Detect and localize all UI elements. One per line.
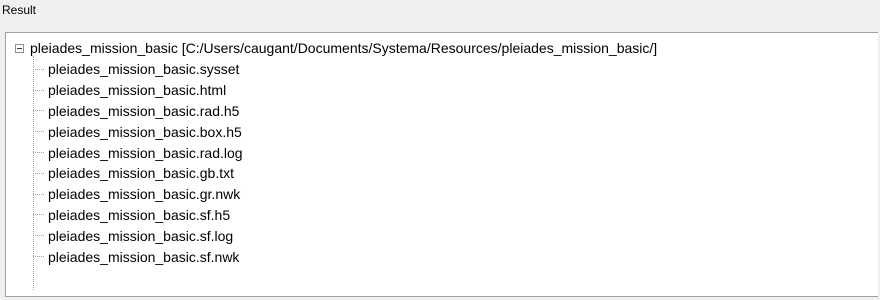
tree-branch-line — [33, 193, 44, 195]
tree-branch-line — [33, 256, 44, 258]
tree-item[interactable]: pleiades_mission_basic.rad.h5 — [33, 101, 243, 122]
tree-item[interactable]: pleiades_mission_basic.box.h5 — [33, 121, 243, 142]
tree-item[interactable]: pleiades_mission_basic.sysset — [33, 59, 243, 80]
tree-item-label[interactable]: pleiades_mission_basic.rad.log — [48, 144, 243, 162]
tree-item-label[interactable]: pleiades_mission_basic.sf.log — [48, 227, 233, 245]
tree-item-label[interactable]: pleiades_mission_basic.html — [48, 81, 226, 99]
tree-item-label[interactable]: pleiades_mission_basic.sf.h5 — [48, 206, 230, 224]
tree-branch-line — [33, 89, 44, 91]
tree-root-label[interactable]: pleiades_mission_basic [C:/Users/caugant… — [30, 39, 657, 57]
tree-item[interactable]: pleiades_mission_basic.gr.nwk — [33, 184, 243, 205]
tree-item-label[interactable]: pleiades_mission_basic.gr.nwk — [48, 185, 240, 203]
collapse-minus-icon[interactable] — [15, 43, 24, 53]
tree-root-node[interactable]: pleiades_mission_basic [C:/Users/caugant… — [15, 39, 657, 57]
tree-item-label[interactable]: pleiades_mission_basic.sysset — [48, 60, 239, 78]
panel-title: Result — [2, 3, 37, 17]
tree-item-label[interactable]: pleiades_mission_basic.box.h5 — [48, 123, 242, 141]
tree-branch-line — [33, 235, 44, 237]
tree-item[interactable]: pleiades_mission_basic.sf.nwk — [33, 246, 243, 267]
result-panel: Result pleiades_mission_basic [C:/Users/… — [0, 0, 880, 300]
tree-children: pleiades_mission_basic.sysset pleiades_m… — [33, 59, 243, 267]
tree-branch-line — [33, 110, 44, 112]
tree-item[interactable]: pleiades_mission_basic.html — [33, 80, 243, 101]
tree-item[interactable]: pleiades_mission_basic.sf.h5 — [33, 205, 243, 226]
tree-item[interactable]: pleiades_mission_basic.sf.log — [33, 225, 243, 246]
tree-item[interactable]: pleiades_mission_basic.rad.log — [33, 142, 243, 163]
tree-branch-line — [33, 68, 44, 70]
tree-item[interactable]: pleiades_mission_basic.gb.txt — [33, 163, 243, 184]
tree-item-label[interactable]: pleiades_mission_basic.sf.nwk — [48, 248, 239, 266]
tree-item-label[interactable]: pleiades_mission_basic.gb.txt — [48, 164, 234, 182]
tree-branch-line — [33, 172, 44, 174]
tree-branch-line — [33, 152, 44, 154]
result-tree[interactable]: pleiades_mission_basic [C:/Users/caugant… — [5, 32, 878, 297]
tree-item-label[interactable]: pleiades_mission_basic.rad.h5 — [48, 102, 239, 120]
tree-branch-line — [33, 214, 44, 216]
tree-branch-line — [33, 131, 44, 133]
